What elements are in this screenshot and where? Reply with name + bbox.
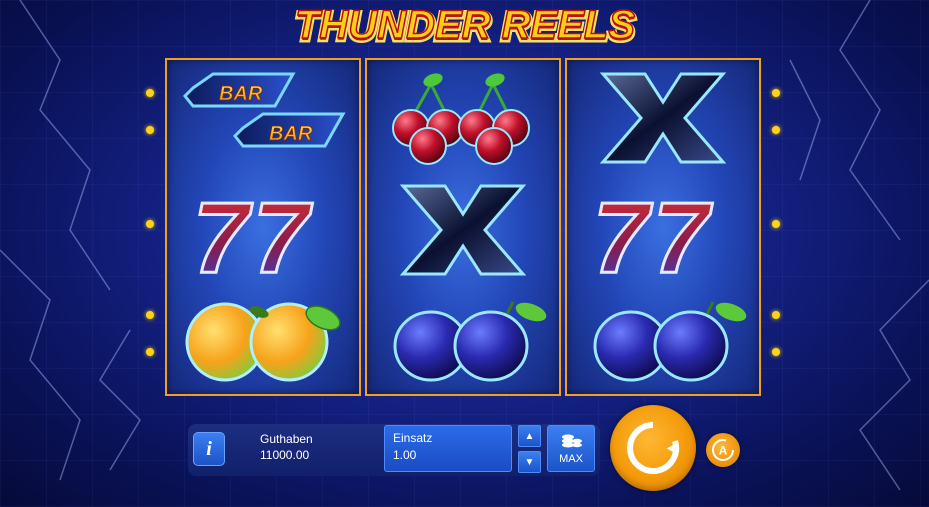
spin-button[interactable] [610, 405, 696, 491]
plum-symbol [567, 282, 759, 394]
seven-label: 7 [653, 182, 713, 294]
seven-label: 7 [253, 182, 313, 294]
payline-marker [146, 311, 154, 319]
payline-marker [772, 220, 780, 228]
bet-label: Einsatz [393, 431, 433, 445]
bet-increase-button[interactable]: ▲ [518, 425, 541, 447]
info-icon: i [206, 437, 212, 460]
payline-marker [772, 311, 780, 319]
autoplay-button[interactable]: A [706, 433, 740, 467]
bar-label: BAR [269, 123, 313, 145]
payline-marker [772, 89, 780, 97]
reel-3: 7 7 [565, 58, 761, 396]
payline-marker [146, 348, 154, 356]
arrow-down-icon: ▼ [524, 456, 535, 468]
autoplay-label: A [719, 444, 728, 458]
x-symbol [367, 174, 559, 286]
seven-symbol: 7 7 [567, 174, 759, 296]
orange-symbol [167, 282, 359, 394]
seven-symbol: 7 7 [167, 174, 359, 296]
reel-1: BAR BAR 7 7 [165, 58, 361, 396]
seven-label: 7 [593, 182, 653, 294]
arrow-up-icon: ▲ [524, 430, 535, 442]
x-symbol [567, 62, 759, 174]
payline-marker [146, 220, 154, 228]
balance-value: 11000.00 [260, 448, 310, 462]
autoplay-icon: A [712, 439, 734, 461]
game-logo: THUNDER REELS THUNDER REELS [0, 0, 929, 52]
payline-marker [772, 348, 780, 356]
bar-label: BAR [219, 83, 263, 105]
payline-marker [772, 126, 780, 134]
balance-label: Guthaben [260, 432, 313, 446]
reel-2 [365, 58, 561, 396]
seven-label: 7 [193, 182, 253, 294]
coins-icon [562, 434, 582, 448]
info-button[interactable]: i [193, 432, 225, 466]
bet-value: 1.00 [393, 448, 417, 462]
bet-decrease-button[interactable]: ▼ [518, 451, 541, 473]
cherry-symbol [367, 62, 559, 174]
plum-symbol [367, 282, 559, 394]
spin-icon [627, 422, 680, 474]
payline-marker [146, 89, 154, 97]
max-label: MAX [559, 453, 583, 465]
bar-symbol: BAR BAR [167, 62, 359, 174]
logo-text: THUNDER REELS [294, 3, 634, 47]
payline-marker [146, 126, 154, 134]
max-bet-button[interactable]: MAX [547, 425, 595, 472]
